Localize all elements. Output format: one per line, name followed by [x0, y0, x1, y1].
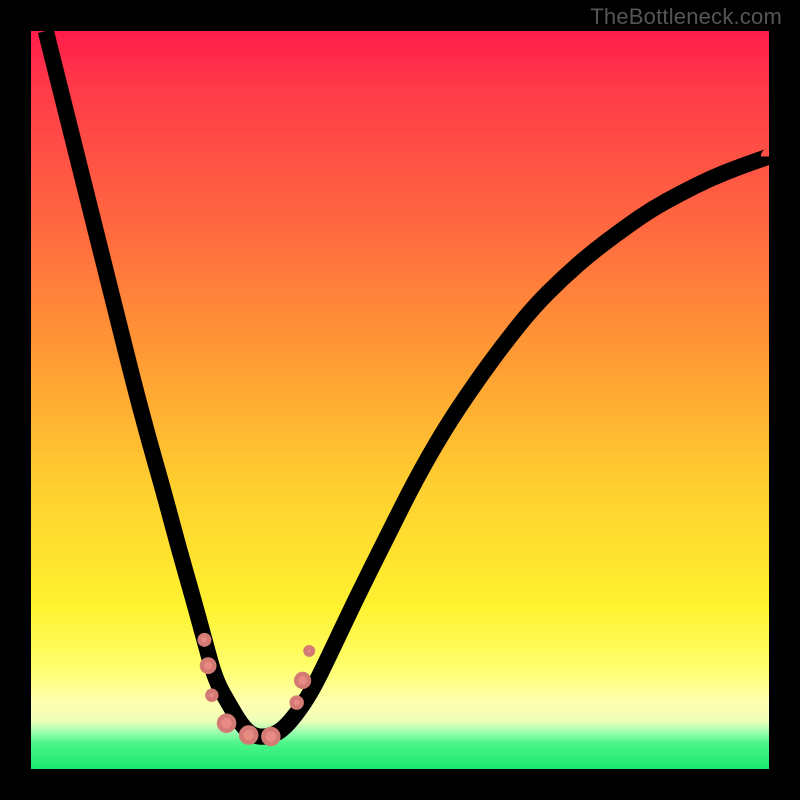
- data-point: [263, 729, 278, 744]
- data-point: [296, 674, 309, 687]
- bottleneck-curve: [46, 31, 769, 737]
- chart-frame: TheBottleneck.com: [0, 0, 800, 800]
- data-point: [207, 691, 216, 700]
- data-point: [305, 647, 313, 655]
- watermark-text: TheBottleneck.com: [590, 4, 782, 30]
- data-point: [241, 728, 256, 743]
- plot-area: [31, 31, 769, 769]
- data-point: [292, 698, 302, 708]
- data-point: [200, 635, 210, 645]
- curve-layer: [31, 31, 769, 769]
- data-point: [202, 659, 214, 671]
- data-point: [219, 716, 234, 731]
